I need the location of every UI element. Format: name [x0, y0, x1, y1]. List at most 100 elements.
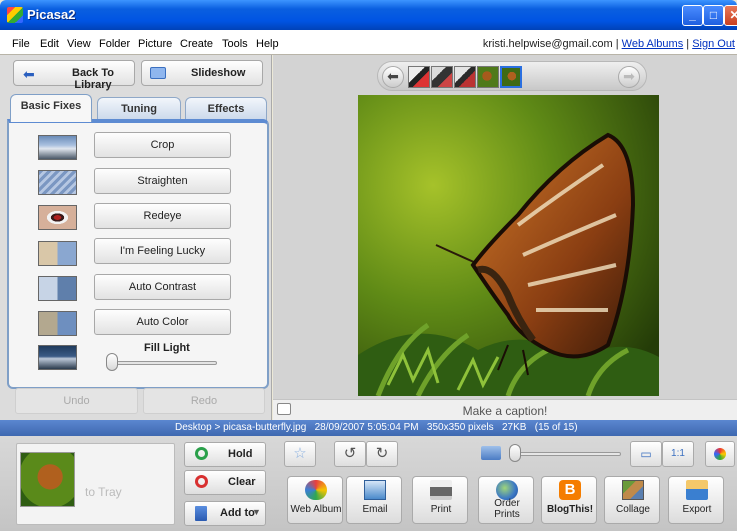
export-button[interactable]: Export [668, 476, 724, 524]
chevron-down-icon: ▼ [252, 507, 261, 517]
blogthis-label: BlogThis! [546, 504, 594, 515]
filmstrip-thumbnail[interactable] [477, 66, 499, 88]
blogthis-button[interactable]: B BlogThis! [541, 476, 597, 524]
collage-button[interactable]: Collage [604, 476, 660, 524]
previous-photo-button[interactable]: ⬅ [382, 66, 404, 88]
tab-basic-fixes[interactable]: Basic Fixes [10, 94, 92, 122]
redo-button[interactable]: Redo [143, 388, 265, 414]
filmstrip: ⬅ ➡ [377, 61, 647, 91]
account-separator: | [686, 38, 690, 50]
menu-view[interactable]: View [67, 38, 91, 50]
add-to-button[interactable]: Add to ▼ [184, 501, 266, 526]
undo-button[interactable]: Undo [15, 388, 138, 414]
next-photo-button[interactable]: ➡ [618, 66, 640, 88]
rotate-left-button[interactable]: ↺ [334, 441, 366, 467]
picasa-window: Picasa2 _ □ ✕ File Edit View Folder Pict… [0, 0, 737, 531]
email-label: Email [362, 504, 388, 515]
order-prints-label: Order Prints [494, 498, 520, 520]
straighten-button[interactable]: Straighten [94, 168, 231, 194]
web-album-label: Web Album [290, 504, 342, 515]
filmstrip-thumbnail[interactable] [454, 66, 476, 88]
auto-contrast-button[interactable]: Auto Contrast [94, 274, 231, 300]
edit-tabs: Basic Fixes Tuning Effects [7, 94, 269, 122]
slideshow-icon [150, 67, 166, 79]
feeling-lucky-button[interactable]: I'm Feeling Lucky [94, 238, 231, 264]
email-icon [364, 480, 386, 500]
close-button[interactable]: ✕ [724, 5, 737, 26]
slideshow-label: Slideshow [191, 67, 246, 79]
tray-placeholder: to Tray [85, 485, 122, 499]
minimize-button[interactable]: _ [682, 5, 703, 26]
crop-thumbnail-icon [38, 135, 77, 160]
star-icon: ☆ [293, 445, 307, 462]
order-prints-button[interactable]: Order Prints [478, 476, 534, 524]
tab-effects[interactable]: Effects [185, 97, 267, 121]
redeye-button[interactable]: Redeye [94, 203, 231, 229]
hold-icon [195, 447, 208, 460]
star-button[interactable]: ☆ [284, 441, 316, 467]
zoom-slider[interactable] [517, 452, 621, 456]
fill-light-slider-handle[interactable] [106, 353, 118, 371]
fill-light-label: Fill Light [144, 342, 190, 354]
feeling-lucky-thumbnail-icon [38, 241, 77, 266]
filmstrip-thumbnail-selected[interactable] [500, 66, 522, 88]
photo-viewer: ⬅ ➡ Make a caption! [273, 55, 737, 420]
auto-contrast-thumbnail-icon [38, 276, 77, 301]
menu-create[interactable]: Create [180, 38, 213, 50]
title-bar[interactable]: Picasa2 _ □ ✕ [0, 0, 737, 30]
print-button[interactable]: Print [412, 476, 468, 524]
color-wheel-icon [714, 448, 726, 460]
menu-file[interactable]: File [12, 38, 30, 50]
zoom-slider-handle[interactable] [509, 444, 521, 462]
crop-button[interactable]: Crop [94, 132, 231, 158]
right-arrow-icon: ➡ [623, 68, 635, 84]
photo-info: Desktop > picasa-butterfly.jpg 28/09/200… [175, 422, 578, 433]
bottom-toolbar: to Tray Hold Clear Add to ▼ ☆ ↺ ↻ ▭ 1:1 … [0, 436, 737, 531]
clear-button[interactable]: Clear [184, 470, 266, 495]
rotate-right-button[interactable]: ↻ [366, 441, 398, 467]
back-to-library-label: Back To Library [72, 67, 114, 91]
back-arrow-icon: ⬅ [23, 66, 35, 82]
menu-picture[interactable]: Picture [138, 38, 172, 50]
auto-color-button[interactable]: Auto Color [94, 309, 231, 335]
menu-edit[interactable]: Edit [40, 38, 59, 50]
menu-folder[interactable]: Folder [99, 38, 130, 50]
color-effects-button[interactable] [705, 441, 735, 467]
sign-out-link[interactable]: Sign Out [692, 38, 735, 50]
photo-tray[interactable]: to Tray [16, 443, 175, 525]
fit-view-button[interactable]: ▭ [630, 441, 662, 467]
blogger-icon: B [559, 480, 581, 500]
clear-icon [195, 475, 208, 488]
edit-panel: ⬅ Back To Library Slideshow Basic Fixes … [0, 55, 272, 420]
maximize-button[interactable]: □ [703, 5, 724, 26]
back-to-library-button[interactable]: ⬅ Back To Library [13, 60, 135, 91]
web-albums-link[interactable]: Web Albums [622, 38, 684, 50]
status-bar: Desktop > picasa-butterfly.jpg 28/09/200… [0, 420, 737, 436]
window-title: Picasa2 [27, 7, 76, 22]
hold-button[interactable]: Hold [184, 442, 266, 467]
butterfly-photo [358, 95, 659, 396]
picasa-logo-icon [7, 7, 23, 23]
tab-tuning[interactable]: Tuning [97, 97, 181, 121]
caption-input[interactable]: Make a caption! [273, 404, 737, 418]
web-album-icon [305, 480, 327, 500]
slideshow-button[interactable]: Slideshow [141, 60, 263, 86]
filmstrip-thumbnail[interactable] [431, 66, 453, 88]
fill-light-slider[interactable] [112, 361, 217, 365]
account-separator: | [615, 38, 619, 50]
tray-thumbnail[interactable] [20, 452, 75, 507]
filmstrip-thumbnail[interactable] [408, 66, 430, 88]
email-button[interactable]: Email [346, 476, 402, 524]
add-to-label: Add to [220, 507, 255, 519]
account-area: kristi.helpwise@gmail.com | Web Albums |… [483, 38, 735, 50]
menu-tools[interactable]: Tools [222, 38, 248, 50]
export-icon [686, 480, 708, 500]
menu-help[interactable]: Help [256, 38, 279, 50]
web-album-button[interactable]: Web Album [287, 476, 343, 524]
account-email: kristi.helpwise@gmail.com [482, 38, 613, 50]
zoom-icon [481, 446, 501, 460]
print-label: Print [430, 504, 452, 515]
actual-size-button[interactable]: 1:1 [662, 441, 694, 467]
order-prints-icon [496, 480, 518, 500]
fill-light-thumbnail-icon [38, 345, 77, 370]
